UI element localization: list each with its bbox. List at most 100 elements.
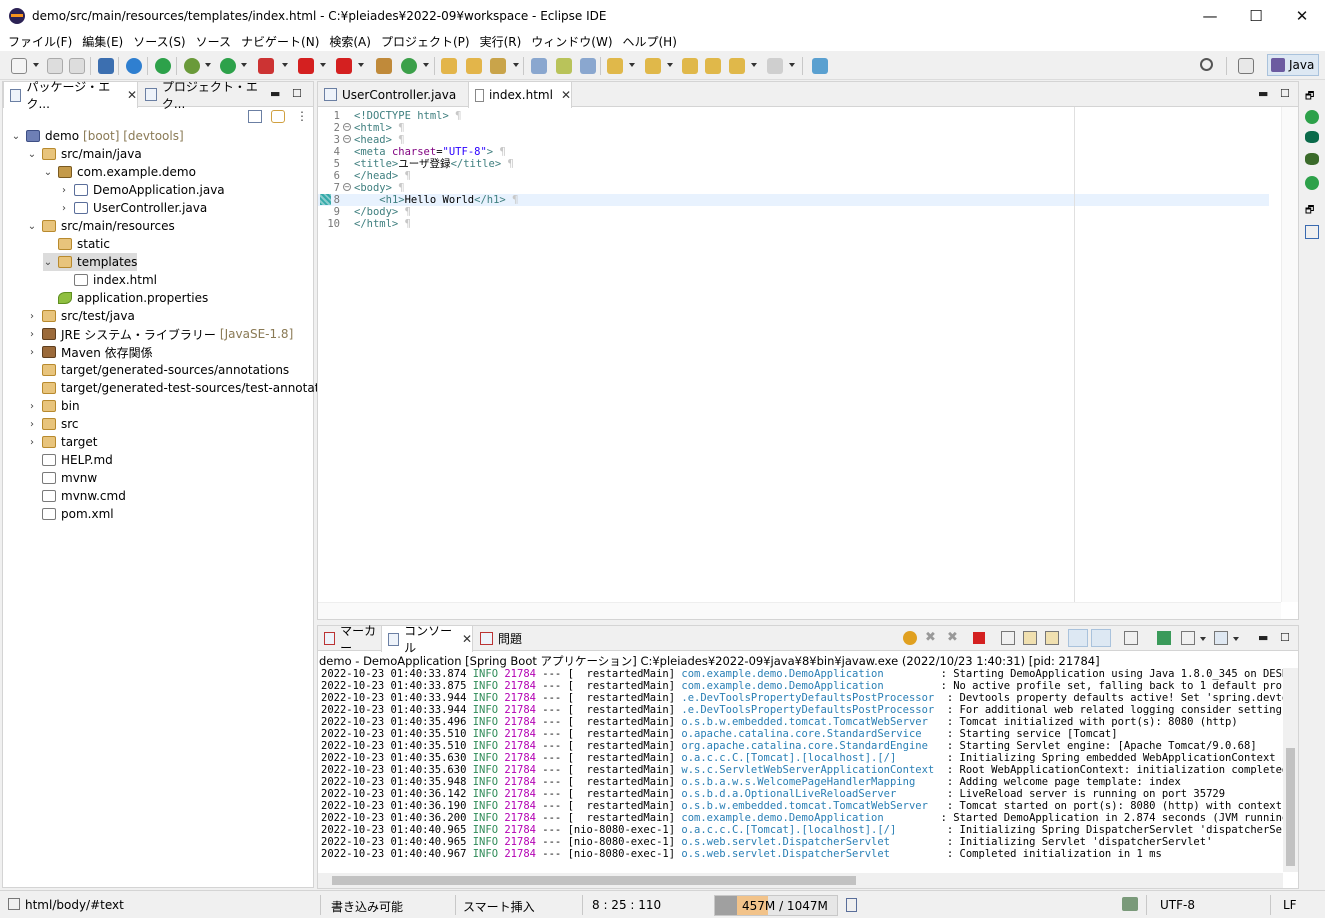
- stop-icon[interactable]: [298, 58, 314, 74]
- menu-item[interactable]: 実行(R): [475, 33, 527, 50]
- save-all-icon[interactable]: [69, 58, 85, 74]
- forward-icon[interactable]: [767, 58, 783, 74]
- toggle-mark-icon[interactable]: [531, 58, 547, 74]
- toggle-highlight-icon[interactable]: [556, 58, 572, 74]
- tree-item[interactable]: › Maven 依存関係: [27, 343, 153, 361]
- minimize-view-icon[interactable]: ▬: [1258, 87, 1268, 100]
- tree-item[interactable]: mvnw: [27, 469, 97, 487]
- close-icon[interactable]: ✕: [561, 88, 571, 102]
- open-view-icon[interactable]: [812, 58, 828, 74]
- menu-item[interactable]: ウィンドウ(W): [526, 33, 617, 50]
- maximize-view-icon[interactable]: ☐: [1280, 631, 1290, 644]
- expand-toggle-icon[interactable]: ⌄: [27, 221, 37, 232]
- close-icon[interactable]: ✕: [127, 88, 137, 102]
- search-icon[interactable]: [1200, 58, 1213, 71]
- tree-item[interactable]: HELP.md: [27, 451, 113, 469]
- vertical-scrollbar[interactable]: [1281, 107, 1298, 602]
- gear-icon[interactable]: [126, 58, 142, 74]
- tree-item[interactable]: pom.xml: [27, 505, 114, 523]
- spring-icon[interactable]: [1305, 176, 1319, 190]
- link-with-editor-icon[interactable]: [271, 110, 285, 123]
- outline-icon[interactable]: [1305, 153, 1319, 165]
- minimize-view-icon[interactable]: ▬: [270, 87, 280, 100]
- tab-markers[interactable]: マーカー: [318, 624, 380, 655]
- menu-item[interactable]: ヘルプ(H): [618, 33, 682, 50]
- heap-status[interactable]: 457M / 1047M: [714, 895, 838, 916]
- display-console-icon[interactable]: [1181, 631, 1195, 645]
- new-icon[interactable]: [11, 58, 27, 74]
- maximize-view-icon[interactable]: ☐: [292, 87, 302, 100]
- tab-index-html[interactable]: index.html ✕: [468, 82, 572, 108]
- save-icon[interactable]: [47, 58, 63, 74]
- terminate-icon[interactable]: [973, 632, 985, 644]
- new-console-icon[interactable]: [1214, 631, 1228, 645]
- tab-project-explorer[interactable]: プロジェクト・エク...: [139, 80, 269, 111]
- tree-item[interactable]: mvnw.cmd: [27, 487, 126, 505]
- tree-item[interactable]: › target: [27, 433, 98, 451]
- expand-toggle-icon[interactable]: ›: [27, 329, 37, 340]
- menu-item[interactable]: 検索(A): [324, 33, 376, 50]
- expand-toggle-icon[interactable]: ⌄: [27, 149, 37, 160]
- console-vertical-scrollbar[interactable]: [1283, 668, 1298, 872]
- tree-item[interactable]: target/generated-sources/annotations: [27, 361, 289, 379]
- prev-annotation-icon[interactable]: [645, 58, 661, 74]
- expand-toggle-icon[interactable]: ⌄: [11, 131, 21, 142]
- remove-launch-icon[interactable]: ✖: [925, 630, 936, 645]
- console-output[interactable]: 2022-10-23 01:40:33.874 INFO 21784 --- […: [318, 668, 1283, 872]
- tree-item[interactable]: › JRE システム・ライブラリー [JavaSE-1.8]: [27, 325, 293, 343]
- tree-item[interactable]: ⌄ com.example.demo: [43, 163, 196, 181]
- menu-item[interactable]: プロジェクト(P): [376, 33, 475, 50]
- open-resource-icon[interactable]: [466, 58, 482, 74]
- view-menu-icon[interactable]: ⋮: [296, 109, 308, 123]
- open-perspective-icon[interactable]: [1238, 58, 1254, 74]
- menu-item[interactable]: ソース: [191, 33, 236, 50]
- terminal-icon[interactable]: [98, 58, 114, 74]
- tree-item[interactable]: static: [43, 235, 110, 253]
- run-icon[interactable]: [220, 58, 236, 74]
- tree-item[interactable]: › src/test/java: [27, 307, 135, 325]
- tab-user-controller[interactable]: UserController.java: [318, 82, 464, 107]
- open-type-icon[interactable]: [441, 58, 457, 74]
- restore-icon[interactable]: 🗗: [1305, 89, 1314, 106]
- refresh-icon[interactable]: [903, 631, 917, 645]
- expand-toggle-icon[interactable]: ›: [27, 437, 37, 448]
- expand-toggle-icon[interactable]: ⌄: [43, 167, 53, 178]
- code-area[interactable]: 1 <!DOCTYPE html> ¶ 2− <html> ¶ 3− <head> ¶ 4 <…: [318, 107, 1283, 602]
- scroll-thumb[interactable]: [1286, 748, 1295, 866]
- progress-icon[interactable]: [1122, 897, 1138, 911]
- tree-item[interactable]: application.properties: [43, 289, 208, 307]
- fold-toggle-icon[interactable]: −: [343, 183, 351, 191]
- search-wand-icon[interactable]: [490, 58, 506, 74]
- expand-toggle-icon[interactable]: ⌄: [43, 257, 53, 268]
- last-edit-icon[interactable]: [682, 58, 698, 74]
- tab-problems[interactable]: 問題: [474, 626, 534, 651]
- tree-item[interactable]: ⌄ src/main/java: [27, 145, 142, 163]
- show-on-stdout-icon[interactable]: [1068, 629, 1088, 647]
- debug-icon[interactable]: [184, 58, 200, 74]
- menu-item[interactable]: ソース(S): [128, 33, 190, 50]
- tab-package-explorer[interactable]: パッケージ・エク... ✕: [3, 80, 138, 111]
- menu-item[interactable]: ファイル(F): [3, 33, 77, 50]
- minimize-view-icon[interactable]: ▬: [1258, 631, 1268, 644]
- minimize-button[interactable]: —: [1187, 0, 1233, 31]
- fold-toggle-icon[interactable]: −: [343, 135, 351, 143]
- expand-toggle-icon[interactable]: ›: [27, 347, 37, 358]
- remove-all-icon[interactable]: ✖: [947, 630, 958, 645]
- word-wrap-icon[interactable]: [1045, 631, 1059, 645]
- expand-toggle-icon[interactable]: ›: [59, 203, 69, 214]
- expand-toggle-icon[interactable]: ›: [27, 401, 37, 412]
- tab-console[interactable]: コンソール ✕: [381, 624, 473, 655]
- tree-item[interactable]: ⌄ src/main/resources: [27, 217, 175, 235]
- menu-item[interactable]: 編集(E): [77, 33, 128, 50]
- java-perspective-button[interactable]: Java: [1267, 54, 1319, 76]
- tree-item[interactable]: › UserController.java: [59, 199, 207, 217]
- forward-edit-icon[interactable]: [705, 58, 721, 74]
- tree-item[interactable]: ⌄ demo [boot] [devtools]: [11, 127, 184, 145]
- toggle-block-icon[interactable]: [580, 58, 596, 74]
- tree-item[interactable]: › DemoApplication.java: [59, 181, 225, 199]
- maximize-view-icon[interactable]: ☐: [1280, 87, 1290, 100]
- line-delimiter-status[interactable]: LF: [1283, 898, 1297, 912]
- clear-console-icon[interactable]: [1001, 631, 1015, 645]
- fold-toggle-icon[interactable]: −: [343, 123, 351, 131]
- open-console-icon[interactable]: [1157, 631, 1171, 645]
